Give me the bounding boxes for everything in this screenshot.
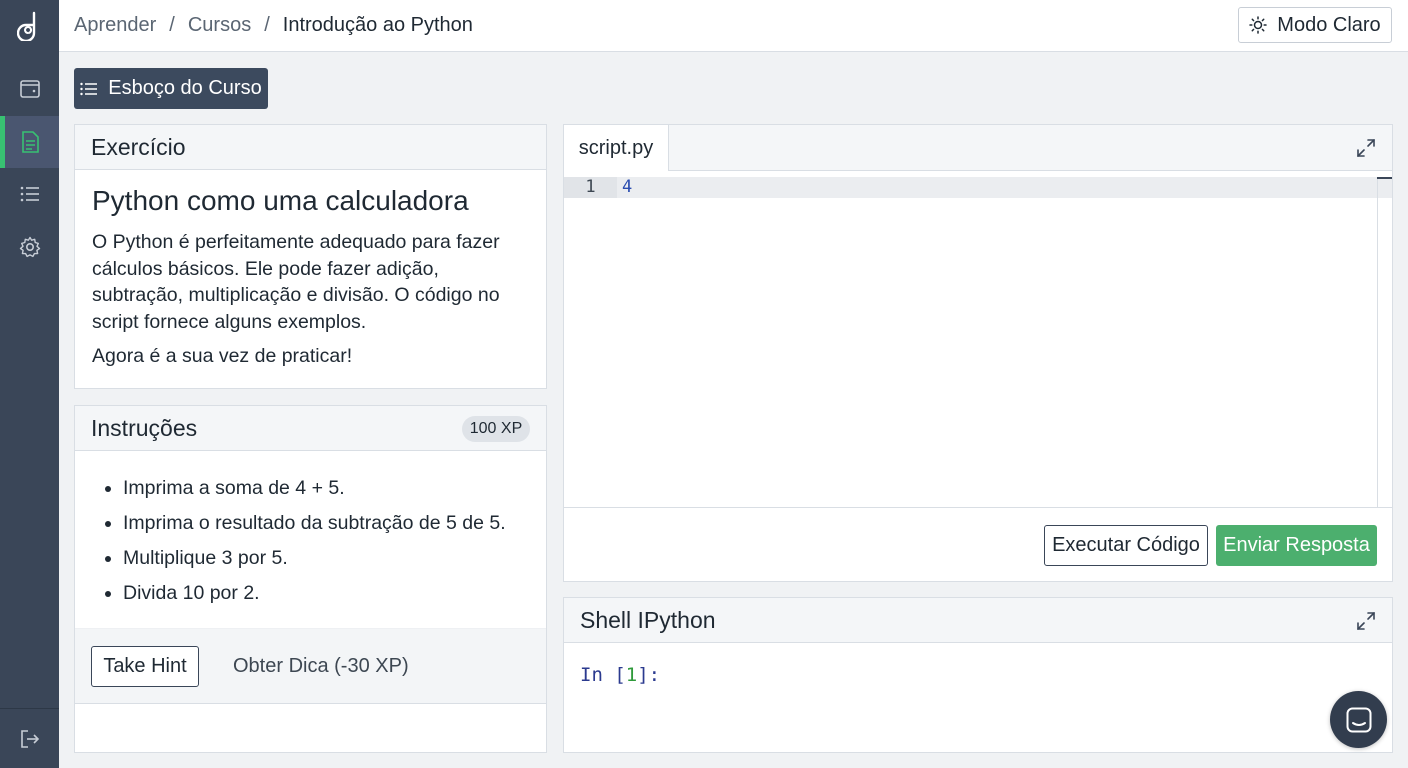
top-bar: Aprender / Cursos / Introdução ao Python… <box>59 0 1408 52</box>
list-icon[interactable] <box>0 168 59 220</box>
xp-badge: 100 XP <box>462 416 530 442</box>
scrollbar-thumb[interactable] <box>1377 177 1392 179</box>
take-hint-button[interactable]: Take Hint <box>91 646 199 687</box>
prompt-number: 1 <box>625 664 638 686</box>
prompt-prefix: In [ <box>580 664 626 686</box>
logo-icon[interactable] <box>0 0 59 52</box>
ipython-shell-panel: Shell IPython In [1]: <box>563 597 1393 753</box>
exercise-description: O Python é perfeitamente adequado para f… <box>92 231 500 333</box>
hint-bar: Take Hint Obter Dica (-30 XP) <box>75 628 546 704</box>
submit-answer-button[interactable]: Enviar Resposta <box>1216 525 1377 566</box>
exercise-title: Python como uma calculadora <box>92 185 469 216</box>
code-text[interactable]: 4 <box>622 177 632 198</box>
expand-icon[interactable] <box>1356 138 1376 158</box>
menu-list-icon <box>80 82 98 95</box>
expand-icon[interactable] <box>1356 611 1376 631</box>
list-item: Multiplique 3 por 5. <box>123 544 506 579</box>
breadcrumb-item-aprender[interactable]: Aprender <box>74 14 156 37</box>
instructions-title: Instruções <box>91 414 198 441</box>
editor-footer: Executar Código Enviar Resposta <box>564 507 1392 581</box>
hint-cost-text[interactable]: Obter Dica (-30 XP) <box>233 655 409 678</box>
shell-title: Shell IPython <box>580 606 716 633</box>
editor-scrollbar[interactable] <box>1377 177 1378 507</box>
list-item: Divida 10 por 2. <box>123 579 506 614</box>
course-outline-label: Esboço do Curso <box>108 77 262 99</box>
logout-icon[interactable] <box>0 708 59 768</box>
tab-script-py[interactable]: script.py <box>564 125 669 171</box>
document-icon[interactable] <box>0 116 59 168</box>
breadcrumb-current: Introdução ao Python <box>282 14 473 36</box>
exercise-prompt: Agora é a sua vez de praticar! <box>92 345 353 367</box>
sun-icon <box>1249 16 1268 34</box>
chat-icon <box>1346 707 1371 732</box>
breadcrumb-item-cursos[interactable]: Cursos <box>188 14 251 37</box>
exercise-panel: Exercício Python como uma calculadora O … <box>74 124 547 389</box>
breadcrumb-separator: / <box>169 14 175 36</box>
line-number: 1 <box>564 177 617 198</box>
code-line[interactable]: 1 4 <box>564 177 1392 198</box>
light-mode-label: Modo Claro <box>1277 13 1381 36</box>
instructions-panel: Instruções 100 XP Imprima a soma de 4 + … <box>74 405 547 753</box>
gear-icon[interactable] <box>0 221 59 273</box>
code-editor-panel: script.py 1 4 Executar Código Enviar Res… <box>563 124 1393 582</box>
prompt-suffix: ]: <box>637 664 661 686</box>
browser-icon[interactable] <box>0 63 59 115</box>
list-item: Imprima o resultado da subtração de 5 de… <box>123 509 506 544</box>
editor-tabs: script.py <box>564 125 1392 171</box>
instructions-list: Imprima a soma de 4 + 5. Imprima o resul… <box>123 474 506 614</box>
sidebar <box>0 0 59 768</box>
light-mode-button[interactable]: Modo Claro <box>1238 7 1392 43</box>
run-code-button[interactable]: Executar Código <box>1044 525 1208 566</box>
breadcrumb-separator: / <box>264 14 270 36</box>
breadcrumb: Aprender / Cursos / Introdução ao Python <box>74 0 473 51</box>
exercise-header: Exercício <box>75 125 546 170</box>
shell-header: Shell IPython <box>564 598 1392 643</box>
course-outline-button[interactable]: Esboço do Curso <box>74 68 268 109</box>
chat-button[interactable] <box>1330 691 1387 748</box>
list-item: Imprima a soma de 4 + 5. <box>123 474 506 509</box>
shell-prompt[interactable]: In [1]: <box>580 664 660 686</box>
